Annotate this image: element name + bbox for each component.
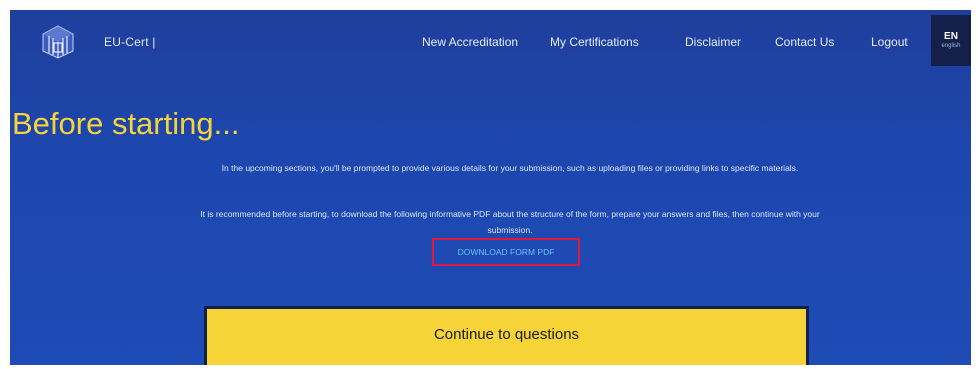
page-title: Before starting... (12, 106, 240, 141)
language-code: EN (944, 31, 958, 42)
page: EU-Cert | New Accreditation My Certifica… (10, 10, 971, 365)
brand-name: EU-Cert | (104, 35, 156, 49)
nav-logout[interactable]: Logout (871, 35, 908, 49)
nav-new-accreditation[interactable]: New Accreditation (422, 35, 518, 49)
language-name: english (941, 43, 961, 49)
nav-contact-us[interactable]: Contact Us (775, 35, 834, 49)
continue-to-questions-button[interactable]: Continue to questions (204, 306, 809, 365)
intro-paragraph: In the upcoming sections, you'll be prom… (221, 163, 799, 173)
download-form-pdf-link[interactable]: DOWNLOAD FORM PDF (432, 238, 580, 266)
cube-logo-icon[interactable] (40, 24, 76, 60)
nav-my-certifications[interactable]: My Certifications (550, 35, 639, 49)
recommendation-paragraph: It is recommended before starting, to do… (200, 209, 820, 235)
nav-disclaimer[interactable]: Disclaimer (685, 35, 741, 49)
top-navigation-bar: EU-Cert | New Accreditation My Certifica… (10, 10, 971, 72)
language-selector[interactable]: EN english (931, 15, 971, 66)
